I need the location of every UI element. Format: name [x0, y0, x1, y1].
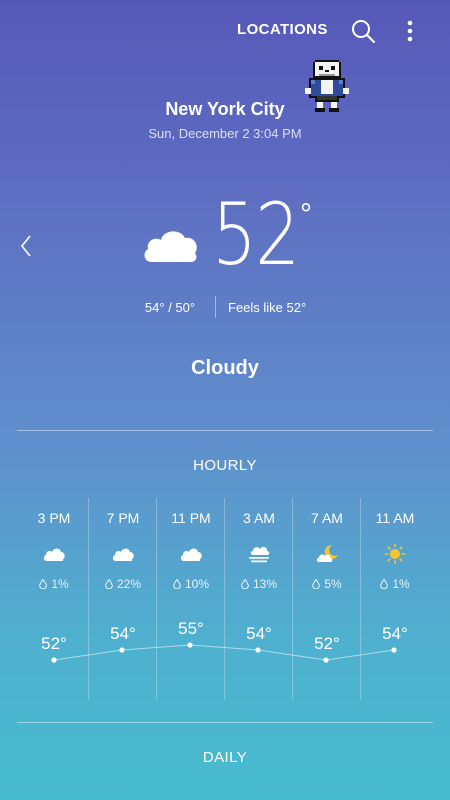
city-name: New York City: [165, 99, 285, 119]
raindrop-icon: [173, 579, 181, 589]
top-bar: LOCATIONS: [0, 0, 450, 62]
hour-temperature: 52°: [41, 634, 67, 653]
hour-time: 11 AM: [375, 510, 415, 526]
precipitation: 1%: [361, 577, 429, 591]
precipitation-value: 5%: [324, 577, 342, 591]
hour-time: 7 AM: [311, 510, 343, 526]
hour-temperature: 54°: [382, 624, 408, 643]
precipitation: 10%: [157, 577, 225, 591]
precipitation-value: 22%: [116, 577, 142, 591]
section-divider: [17, 430, 433, 431]
current-datetime: Sun, December 2 3:04 PM: [148, 126, 302, 141]
cloud-moon-icon: [315, 544, 339, 564]
hourly-title: HOURLY: [193, 457, 257, 474]
hourly-item: 3 AM 13% 54°: [224, 498, 292, 700]
precipitation-value: 10%: [184, 577, 210, 591]
precipitation: 1%: [20, 577, 88, 591]
precipitation: 22%: [89, 577, 157, 591]
hourly-item: 11 PM 10% 55°: [156, 498, 224, 700]
cloud-icon: [111, 544, 135, 564]
fog-icon: [247, 544, 271, 564]
search-icon[interactable]: [349, 17, 377, 45]
raindrop-icon: [380, 579, 389, 589]
hour-time: 11 PM: [171, 510, 211, 526]
hour-temperature: 52°: [314, 634, 340, 653]
more-vert-icon[interactable]: [396, 17, 424, 45]
hi-lo-temperature: 54° / 50°: [144, 300, 196, 315]
raindrop-icon: [105, 579, 113, 589]
locations-button[interactable]: LOCATIONS: [237, 21, 328, 38]
hourly-forecast[interactable]: 3 PM 1% 52° 7 PM 22% 54° 11 PM 10% 55° 3…: [20, 498, 430, 700]
raindrop-icon: [241, 579, 249, 589]
current-temperature-value: 52: [212, 185, 300, 285]
raindrop-icon: [39, 579, 48, 589]
hourly-item: 7 AM 5% 52°: [292, 498, 360, 700]
hourly-item: 3 PM 1% 52°: [20, 498, 88, 700]
sun-icon: [383, 543, 407, 565]
feels-like: Feels like 52°: [228, 300, 307, 315]
cloud-icon: [140, 222, 200, 266]
hour-time: 3 AM: [243, 510, 275, 526]
cloud-icon: [179, 544, 203, 564]
hour-temperature: 55°: [178, 619, 204, 638]
hour-time: 3 PM: [37, 510, 71, 526]
chevron-left-icon[interactable]: [16, 232, 38, 260]
cloud-icon: [42, 544, 66, 564]
precipitation-value: 1%: [392, 577, 410, 591]
precipitation: 5%: [293, 577, 361, 591]
daily-title: DAILY: [202, 749, 248, 766]
hour-temperature: 54°: [110, 624, 136, 643]
raindrop-icon: [312, 579, 321, 589]
current-temperature: 52: [212, 192, 300, 278]
divider: [215, 296, 216, 318]
weather-condition: Cloudy: [191, 357, 259, 379]
precipitation: 13%: [225, 577, 293, 591]
section-divider: [17, 722, 433, 723]
hour-temperature: 54°: [246, 624, 272, 643]
precipitation-value: 1%: [51, 577, 69, 591]
precipitation-value: 13%: [252, 577, 278, 591]
degree-symbol: °: [300, 198, 312, 231]
hour-time: 7 PM: [106, 510, 140, 526]
hourly-item: 11 AM 1% 54°: [360, 498, 428, 700]
hourly-item: 7 PM 22% 54°: [88, 498, 156, 700]
